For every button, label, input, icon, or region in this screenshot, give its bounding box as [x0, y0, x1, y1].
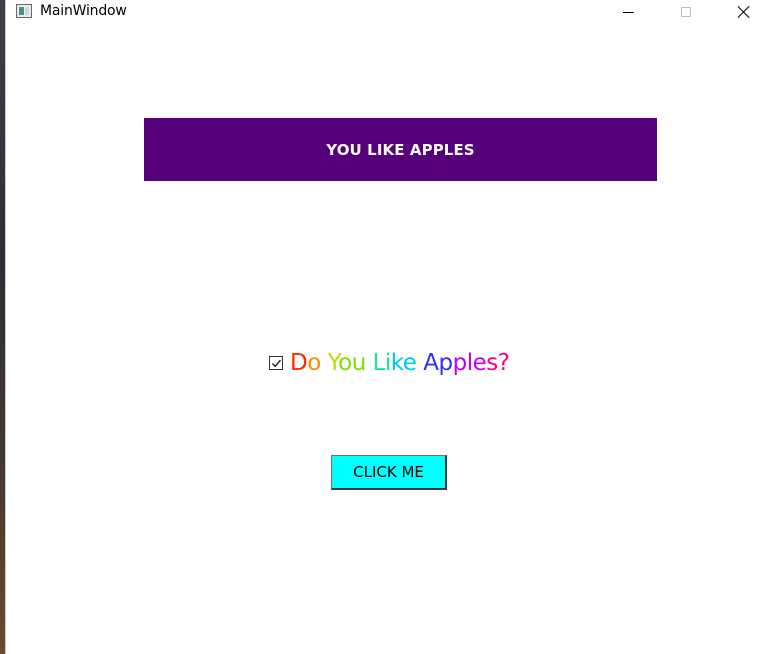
app-window-icon — [16, 4, 32, 18]
apples-checkbox[interactable] — [269, 356, 283, 370]
title-bar[interactable]: MainWindow — [6, 0, 781, 24]
banner: YOU LIKE APPLES — [144, 118, 657, 181]
click-me-button[interactable]: CLICK ME — [331, 455, 447, 490]
maximize-icon — [681, 7, 691, 17]
label-word: Apples? — [423, 350, 510, 376]
label-word: You — [327, 350, 367, 376]
close-button[interactable] — [721, 0, 767, 24]
main-window: MainWindow YOU LIKE APPLES Do You Like A… — [5, 0, 781, 654]
checkmark-icon — [271, 359, 282, 368]
label-word: Do — [290, 350, 321, 376]
minimize-icon — [622, 11, 634, 13]
minimize-button[interactable] — [605, 0, 651, 24]
window-title: MainWindow — [40, 3, 127, 19]
close-icon — [737, 5, 751, 19]
apples-checkbox-row[interactable]: Do You Like Apples? — [269, 348, 510, 378]
apples-checkbox-label: Do You Like Apples? — [290, 350, 510, 376]
label-word: Like — [372, 350, 417, 376]
maximize-button[interactable] — [663, 0, 709, 24]
banner-text: YOU LIKE APPLES — [326, 140, 475, 159]
